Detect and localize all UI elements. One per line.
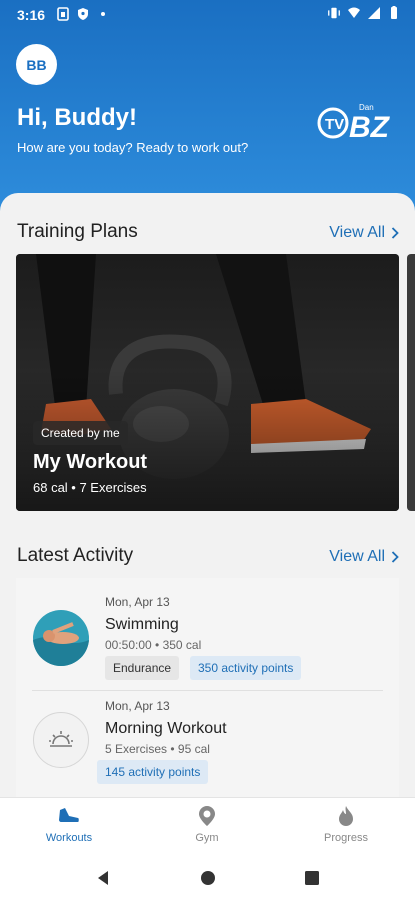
training-plan-card[interactable]: Created by me My Workout 68 cal • 7 Exer… [16,254,399,511]
wifi-icon [348,7,360,18]
location-pin-icon [199,806,215,826]
activity-name: Swimming [105,616,179,633]
avatar[interactable]: BB [16,44,57,85]
app-header: 3:16 BB Hi, Buddy! How are you today? Re… [0,0,415,215]
training-plans-title: Training Plans [17,221,138,242]
activity-item-morning-workout[interactable]: Mon, Apr 13 Morning Workout 5 Exercises … [16,691,399,800]
battery-icon [391,6,397,19]
shield-icon [78,8,88,20]
tab-label: Gym [195,832,219,844]
activity-list: Mon, Apr 13 Swimming 00:50:00 • 350 cal … [16,578,399,800]
tab-workouts[interactable]: Workouts [14,804,124,844]
tab-progress[interactable]: Progress [291,804,401,844]
signal-icon [368,7,380,19]
brand-logo: TV Dan BZ [317,103,391,144]
greeting-title: Hi, Buddy! [17,104,137,131]
activity-date: Mon, Apr 13 [105,595,170,609]
recents-icon[interactable] [302,868,322,888]
notification-icons [56,7,110,21]
status-time: 3:16 [17,7,46,23]
swimming-thumbnail [33,610,89,666]
content-sheet: Training Plans View All Created by me My… [0,193,415,800]
plan-name: My Workout [33,451,148,473]
activity-points-tag: 145 activity points [97,760,209,784]
dot-icon [101,12,105,16]
swimmer-image [33,610,89,666]
training-plans-view-all-link[interactable]: View All [329,224,399,242]
sunrise-icon [49,731,73,747]
latest-activity-title: Latest Activity [17,545,134,566]
system-navigation-bar [0,857,415,900]
greeting-subtitle: How are you today? Ready to work out? [17,140,249,155]
system-icons [327,6,401,20]
back-icon[interactable] [93,868,113,888]
activity-name: Morning Workout [105,720,227,737]
activity-meta: 00:50:00 • 350 cal [105,638,202,652]
status-bar: 3:16 [0,0,415,30]
svg-text:TV: TV [325,116,344,133]
bottom-navigation: Workouts Gym Progress [0,797,415,857]
tab-label: Workouts [45,832,93,844]
latest-activity-view-all-link[interactable]: View All [329,548,399,566]
home-icon[interactable] [198,868,218,888]
tab-label: Progress [323,832,369,844]
sneaker-icon [59,808,79,822]
chevron-right-icon [391,551,399,563]
activity-item-swimming[interactable]: Mon, Apr 13 Swimming 00:50:00 • 350 cal … [16,578,399,690]
next-plan-card-peek[interactable] [407,254,415,511]
plan-meta: 68 cal • 7 Exercises [33,480,147,495]
vibrate-icon [328,7,340,19]
view-all-label: View All [329,224,385,241]
sim-card-icon [57,7,69,21]
activity-tag: Endurance [105,656,180,680]
flame-icon [339,806,353,826]
chevron-right-icon [391,227,399,239]
created-by-me-chip: Created by me [33,421,128,445]
activity-date: Mon, Apr 13 [105,699,170,713]
activity-meta: 5 Exercises • 95 cal [105,742,210,756]
workout-thumbnail [33,712,89,768]
activity-points-tag: 350 activity points [190,656,302,680]
svg-text:BZ: BZ [349,111,391,144]
tab-gym[interactable]: Gym [152,804,262,844]
view-all-label: View All [329,548,385,565]
